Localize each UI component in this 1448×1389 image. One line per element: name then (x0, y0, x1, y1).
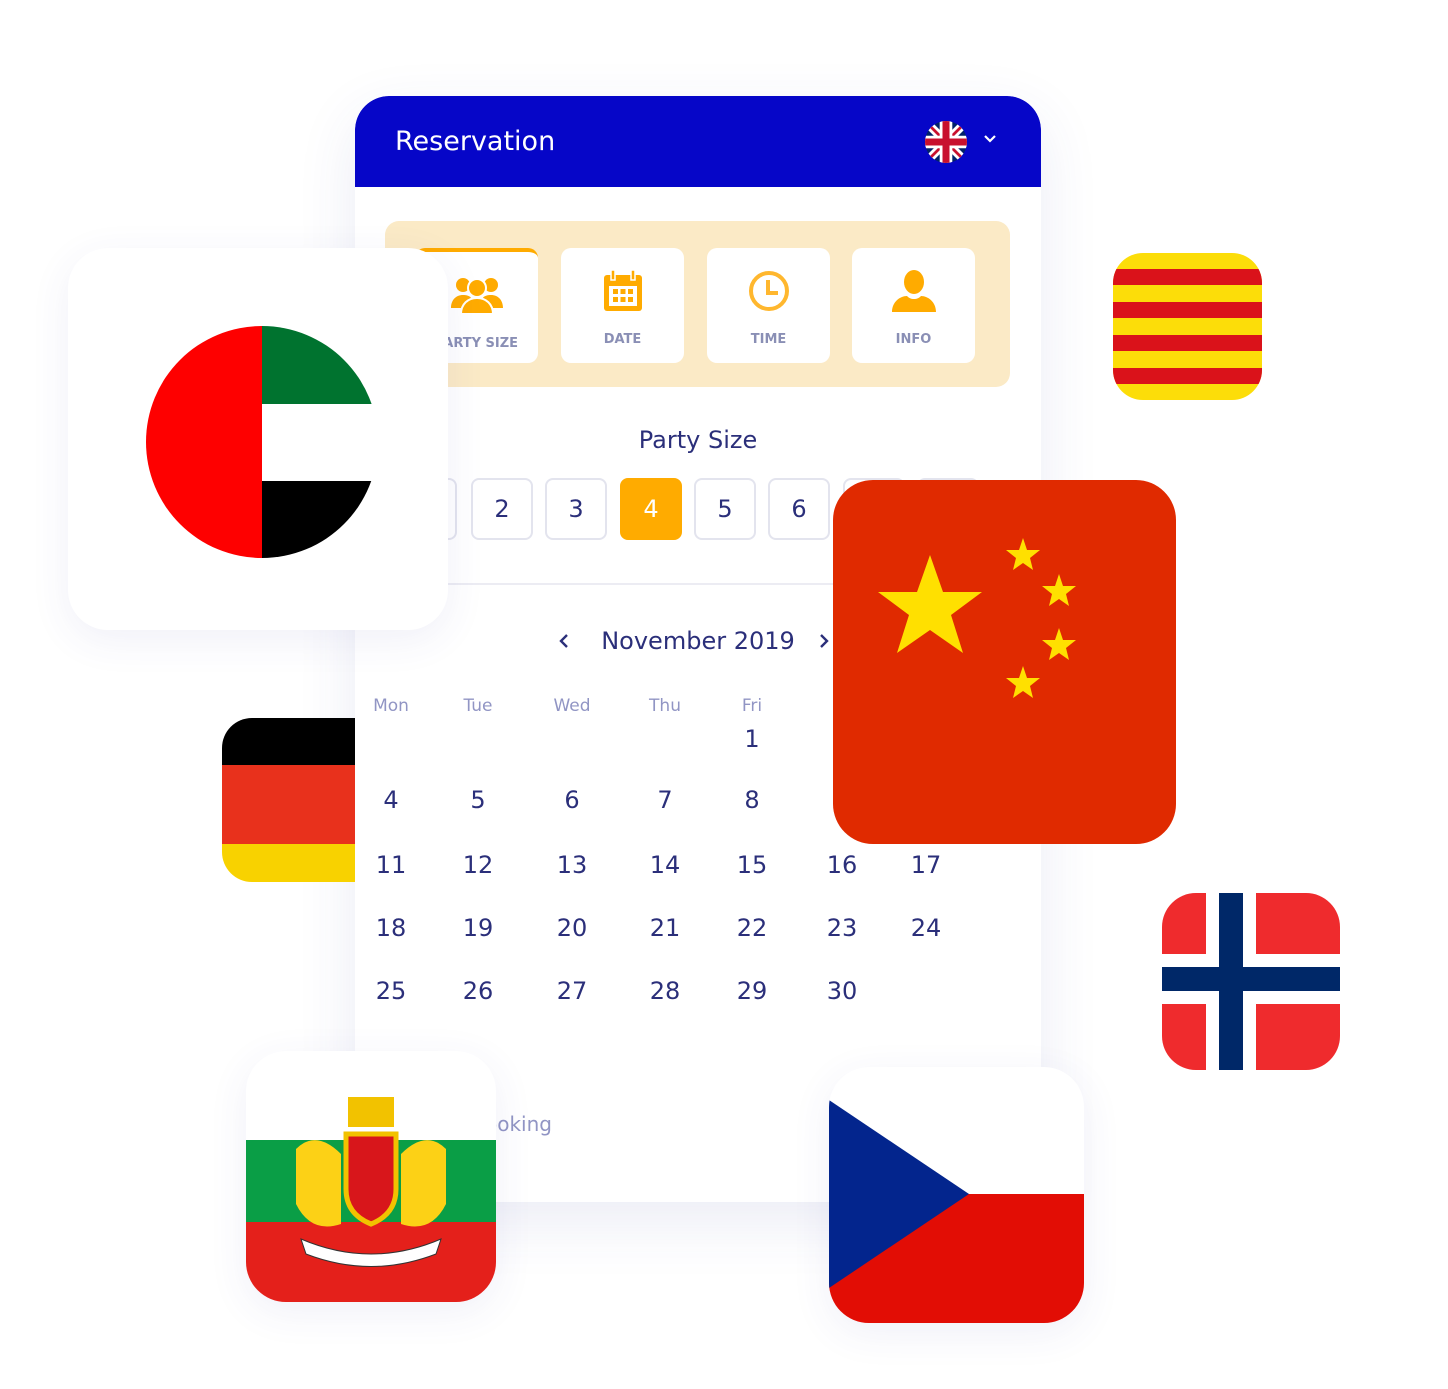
chevron-right-icon[interactable] (816, 633, 832, 649)
calendar-day[interactable]: 29 (712, 977, 792, 1005)
uk-flag-icon[interactable] (925, 121, 967, 163)
page-title: Reservation (395, 126, 556, 157)
tab-label: DATE (603, 332, 642, 347)
weekday-label: Wed (553, 696, 591, 716)
calendar-day[interactable]: 24 (886, 914, 966, 942)
calendar-day[interactable]: 8 (712, 786, 792, 814)
china-flag-icon (833, 480, 1176, 844)
calendar-day[interactable]: 16 (802, 851, 882, 879)
calendar-day[interactable]: 12 (438, 851, 518, 879)
tab-label: TIME (750, 332, 787, 347)
tab-date[interactable]: DATE (561, 248, 684, 363)
calendar-day[interactable]: 23 (802, 914, 882, 942)
bulgaria-flag-icon (246, 1051, 496, 1302)
uae-flag-icon (146, 326, 378, 558)
calendar-day[interactable]: 4 (355, 786, 431, 814)
party-size-option-selected[interactable]: 4 (620, 478, 682, 540)
tab-label: INFO (895, 332, 932, 347)
party-size-option[interactable]: 6 (768, 478, 830, 540)
calendar-day[interactable]: 19 (438, 914, 518, 942)
calendar-day[interactable]: 20 (532, 914, 612, 942)
user-icon (891, 270, 936, 312)
calendar-day[interactable]: 18 (355, 914, 431, 942)
calendar-day[interactable]: 30 (802, 977, 882, 1005)
weekday-label: Fri (741, 696, 763, 716)
uae-flag-card (68, 248, 448, 630)
party-size-title: Party Size (638, 426, 758, 454)
catalonia-flag-icon (1113, 253, 1262, 400)
tab-info[interactable]: INFO (852, 248, 975, 363)
calendar-day[interactable]: 21 (625, 914, 705, 942)
calendar-day[interactable]: 22 (712, 914, 792, 942)
calendar-day[interactable]: 6 (532, 786, 612, 814)
coat-of-arms-icon (296, 1097, 446, 1267)
calendar-icon (603, 269, 642, 311)
weekday-label: Tue (463, 696, 493, 716)
tab-time[interactable]: TIME (707, 248, 830, 363)
group-icon (450, 278, 503, 315)
calendar-day[interactable]: 13 (532, 851, 612, 879)
calendar-day[interactable]: 1 (712, 725, 792, 753)
chevron-down-icon[interactable] (983, 132, 997, 146)
calendar-day[interactable]: 5 (438, 786, 518, 814)
calendar-day[interactable]: 14 (625, 851, 705, 879)
calendar-day[interactable]: 26 (438, 977, 518, 1005)
party-size-option[interactable]: 5 (694, 478, 756, 540)
calendar-day[interactable]: 11 (355, 851, 431, 879)
party-size-option[interactable]: 2 (471, 478, 533, 540)
calendar-day[interactable]: 7 (625, 786, 705, 814)
czech-flag-icon (829, 1067, 1084, 1323)
calendar-day[interactable]: 27 (532, 977, 612, 1005)
calendar-day[interactable]: 28 (625, 977, 705, 1005)
step-tabs: PARTY SIZE DATE TIME INFO (385, 221, 1010, 387)
weekday-label: Mon (373, 696, 409, 716)
clock-icon (748, 271, 789, 311)
germany-flag-icon (222, 718, 355, 882)
calendar-day[interactable]: 15 (712, 851, 792, 879)
header: Reservation (355, 96, 1041, 187)
norway-flag-icon (1162, 893, 1340, 1070)
party-size-option[interactable]: 3 (545, 478, 607, 540)
weekday-label: Thu (649, 696, 681, 716)
calendar-day[interactable]: 17 (886, 851, 966, 879)
calendar-day[interactable]: 25 (355, 977, 431, 1005)
